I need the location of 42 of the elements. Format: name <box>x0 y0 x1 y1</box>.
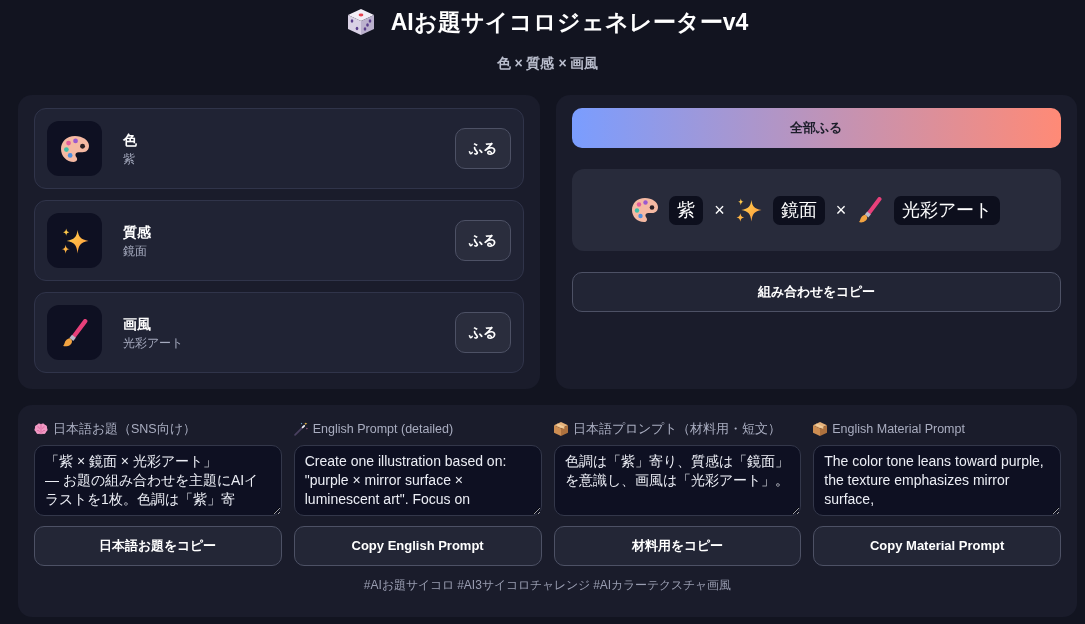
roll-button[interactable]: ふる <box>454 128 511 169</box>
prompt-textarea[interactable]: Create one illustration based on: "purple × mirror surface × luminescent art". Focus on <box>293 445 542 516</box>
times-sign: × <box>835 198 847 222</box>
result-tag: 光彩アート <box>894 195 1001 225</box>
hashtag-text: #AIお題サイコロ #AI3サイコロチャレンジ #AIカラーテクスチャ画風 <box>363 578 732 592</box>
palette-icon <box>632 197 659 223</box>
prompt-textarea[interactable]: 色調は「紫」寄り、質感は「鏡面」を意識し、画風は「光彩アート」。 <box>553 445 802 516</box>
page-subtitle: 色 × 質感 × 画風 <box>496 55 599 71</box>
prompt-label: 日本語お題（SNS向け） <box>53 421 196 437</box>
prompt-label: 日本語プロンプト（材料用・短文） <box>572 421 781 437</box>
copy-combination-button[interactable]: 組み合わせをコピー <box>571 272 1061 312</box>
roll-all-button[interactable]: 全部ふる <box>571 108 1061 148</box>
palette-icon <box>47 121 102 176</box>
copy-button[interactable]: Copy English Prompt <box>293 526 542 566</box>
cardboard-box-icon <box>813 422 828 436</box>
copy-button[interactable]: 日本語お題をコピー <box>34 526 282 566</box>
page-title: AIお題サイコロジェネレーターv4 <box>390 8 749 37</box>
cardboard-box-icon <box>553 422 568 436</box>
paintbrush-icon <box>47 305 102 360</box>
paintbrush-icon <box>857 197 884 223</box>
result-tag: 紫 <box>669 195 704 225</box>
dice-label: 質感 <box>123 222 152 241</box>
prompt-textarea[interactable]: 「紫 × 鏡面 × 光彩アート」 — お題の組み合わせを主題にAIイラストを1枚。色調は「紫」寄 <box>34 445 282 516</box>
prompt-label: English Material Prompt <box>832 421 965 437</box>
prompt-textarea[interactable]: The color tone leans toward purple, the texture emphasizes mirror surface, <box>813 445 1061 516</box>
times-sign: × <box>714 198 725 222</box>
dice-label: 画風 <box>123 314 152 333</box>
brain-icon <box>34 422 48 436</box>
dice-value: 光彩アート <box>123 334 184 351</box>
magic-wand-icon <box>293 422 308 436</box>
sparkles-icon <box>47 213 102 268</box>
dice-icon <box>346 8 375 36</box>
dice-value: 鏡面 <box>123 242 148 259</box>
copy-button[interactable]: Copy Material Prompt <box>813 526 1061 566</box>
result-tag: 鏡面 <box>772 195 825 225</box>
sparkles-icon <box>735 197 762 223</box>
dice-label: 色 <box>123 130 138 149</box>
roll-button[interactable]: ふる <box>454 220 511 261</box>
roll-button[interactable]: ふる <box>454 312 511 353</box>
dice-value: 紫 <box>123 150 136 167</box>
prompt-label: English Prompt (detailed) <box>312 421 454 437</box>
copy-button[interactable]: 材料用をコピー <box>553 526 802 566</box>
